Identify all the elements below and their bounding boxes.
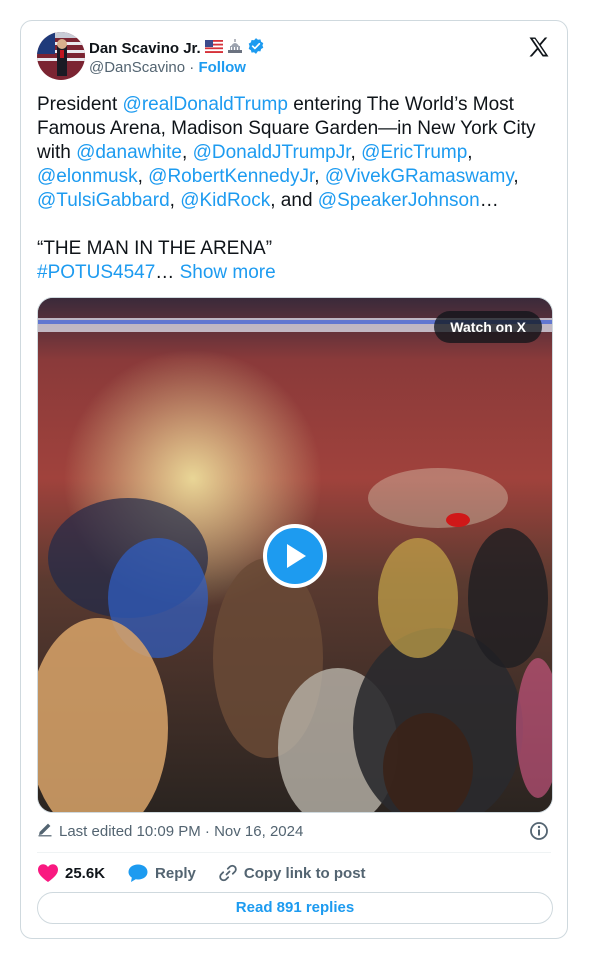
tweet-text-segment: …	[479, 190, 499, 211]
read-replies-button[interactable]: Read 891 replies	[37, 892, 553, 924]
mention-link[interactable]: @EricTrump	[361, 142, 467, 163]
handle-row: @DanScavino · Follow	[89, 58, 246, 78]
tweet-text-segment: ,	[182, 142, 193, 163]
x-logo-icon[interactable]	[527, 35, 551, 59]
mention-link[interactable]: @VivekGRamaswamy	[325, 166, 514, 187]
quote-text: “THE MAN IN THE ARENA”	[37, 238, 273, 259]
last-edited-text[interactable]: Last edited 10:09 PM · Nov 16, 2024	[59, 822, 303, 842]
action-bar: 25.6K Reply Copy link to post	[37, 860, 388, 886]
hashtag-link[interactable]: #POTUS4547	[37, 262, 155, 283]
divider	[37, 852, 551, 853]
author-handle[interactable]: @DanScavino	[89, 59, 185, 76]
play-icon	[287, 544, 306, 568]
capitol-icon	[227, 39, 243, 59]
tweet-text-segment: ,	[137, 166, 149, 187]
tweet-text-segment: ,	[314, 166, 325, 187]
like-count: 25.6K	[65, 864, 106, 882]
last-edited-row[interactable]: Last edited 10:09 PM · Nov 16, 2024	[37, 821, 303, 843]
mention-link[interactable]: @elonmusk	[37, 166, 138, 187]
reply-label: Reply	[155, 864, 196, 882]
copy-link-label: Copy link to post	[243, 864, 366, 882]
tweet-text-segment: ,	[513, 166, 519, 187]
avatar[interactable]	[37, 32, 85, 80]
verified-badge-icon	[247, 37, 265, 61]
show-more-link[interactable]: Show more	[180, 262, 276, 283]
mention-link[interactable]: @SpeakerJohnson	[318, 190, 480, 211]
tweet-text-segment: , and	[270, 190, 318, 211]
us-flag-icon	[204, 39, 223, 59]
play-button[interactable]	[263, 524, 327, 588]
tweet-card: Dan Scavino Jr. @DanScavino · Follow Pre…	[20, 20, 568, 939]
mention-link[interactable]: @RobertKennedyJr	[148, 166, 314, 187]
mention-link[interactable]: @DonaldJTrumpJr	[193, 142, 351, 163]
ellipsis-text: …	[155, 262, 180, 283]
tweet-text-segment: President	[37, 94, 123, 115]
pencil-icon	[37, 821, 53, 843]
author-name[interactable]: Dan Scavino Jr.	[89, 39, 201, 59]
video-player[interactable]: Watch on X	[37, 297, 553, 813]
follow-button[interactable]: Follow	[198, 59, 246, 76]
like-button[interactable]: 25.6K	[37, 863, 105, 883]
link-icon	[219, 864, 237, 882]
watch-on-x-button[interactable]: Watch on X	[434, 311, 542, 343]
dot-separator: ·	[189, 59, 195, 76]
tweet-text-segment: ,	[467, 142, 473, 163]
mention-link[interactable]: @KidRock	[180, 190, 270, 211]
tweet-text: President @realDonaldTrump entering The …	[37, 93, 557, 285]
info-icon[interactable]	[529, 821, 549, 841]
reply-button[interactable]: Reply	[127, 863, 196, 883]
heart-icon	[38, 864, 58, 882]
mention-link[interactable]: @danawhite	[76, 142, 182, 163]
reply-bubble-icon	[128, 864, 148, 882]
mention-link[interactable]: @TulsiGabbard	[37, 190, 170, 211]
mention-link[interactable]: @realDonaldTrump	[123, 94, 288, 115]
tweet-text-segment: ,	[350, 142, 362, 163]
copy-link-button[interactable]: Copy link to post	[218, 863, 366, 883]
tweet-text-segment: ,	[169, 190, 181, 211]
